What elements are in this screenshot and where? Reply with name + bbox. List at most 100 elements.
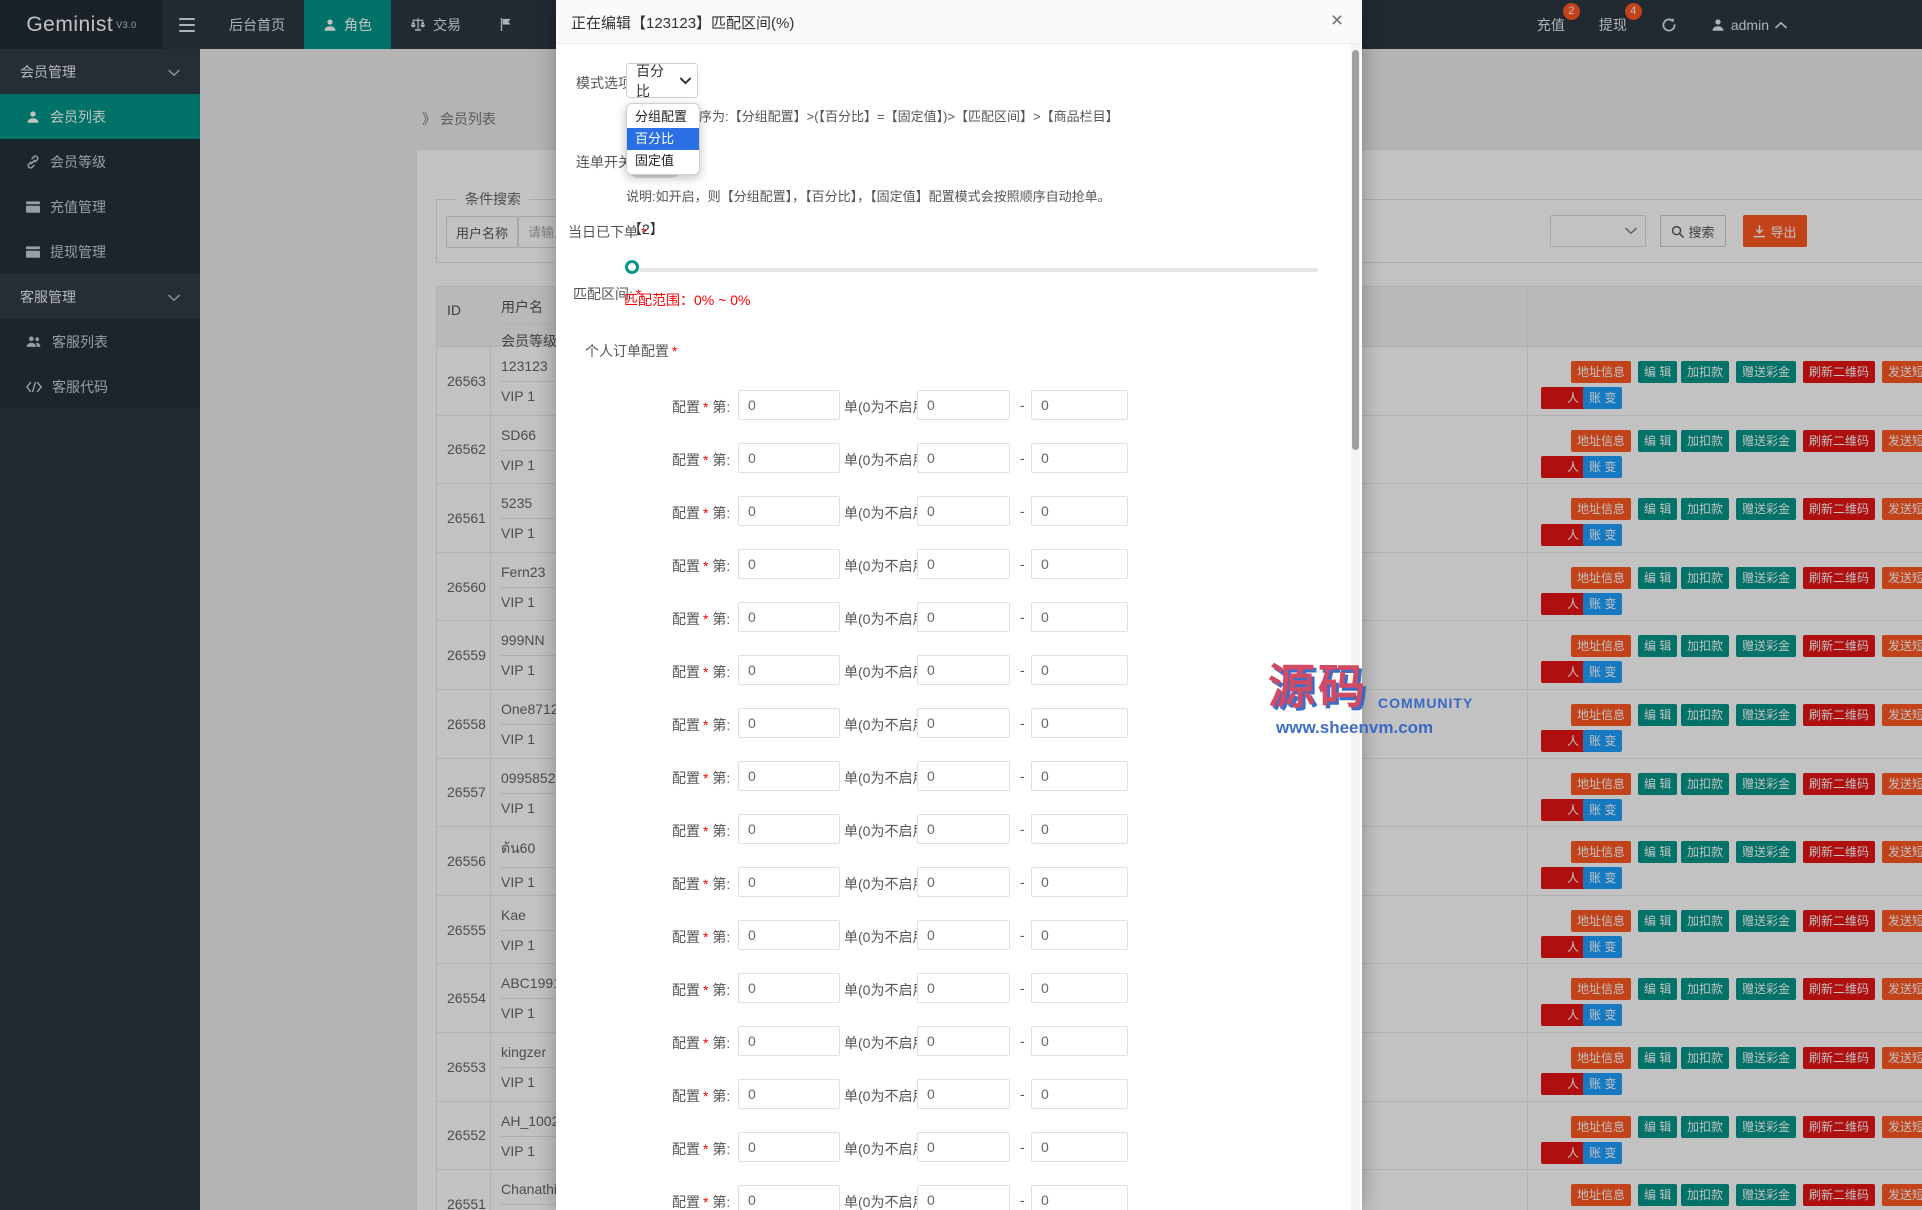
match-range-slider-handle[interactable] xyxy=(625,260,639,274)
config-row-label: 配置 * 第: xyxy=(672,929,731,945)
config-max-input[interactable] xyxy=(1031,1079,1128,1109)
required-mark: * xyxy=(672,343,678,359)
config-min-input[interactable] xyxy=(917,973,1010,1003)
config-seq-input[interactable] xyxy=(738,1185,840,1210)
config-row-label: 配置 * 第: xyxy=(672,1194,731,1210)
config-seq-input[interactable] xyxy=(738,443,840,473)
config-max-input[interactable] xyxy=(1031,708,1128,738)
config-row: 配置* 第:单(0为不启用)- xyxy=(556,1079,1362,1109)
config-max-input[interactable] xyxy=(1031,390,1128,420)
config-row-label: 配置 * 第: xyxy=(672,717,731,733)
config-max-input[interactable] xyxy=(1031,443,1128,473)
config-row: 配置* 第:单(0为不启用)- xyxy=(556,814,1362,844)
config-dash: - xyxy=(1020,874,1025,890)
config-row: 配置* 第:单(0为不启用)- xyxy=(556,708,1362,738)
config-min-input[interactable] xyxy=(917,655,1010,685)
config-dash: - xyxy=(1020,1033,1025,1049)
config-max-input[interactable] xyxy=(1031,1026,1128,1056)
config-seq-input[interactable] xyxy=(738,1026,840,1056)
config-min-input[interactable] xyxy=(917,708,1010,738)
config-seq-input[interactable] xyxy=(738,549,840,579)
config-dash: - xyxy=(1020,397,1025,413)
close-icon[interactable]: × xyxy=(1324,9,1350,35)
config-max-input[interactable] xyxy=(1031,920,1128,950)
config-seq-input[interactable] xyxy=(738,814,840,844)
config-row-label: 配置 * 第: xyxy=(672,1141,731,1157)
config-max-input[interactable] xyxy=(1031,814,1128,844)
config-min-input[interactable] xyxy=(917,443,1010,473)
edit-match-modal: 正在编辑【123123】匹配区间(%) × 模式选项* 百分比 序为:【分组配置… xyxy=(556,0,1362,1210)
priority-hint: 序为:【分组配置】>(【百分比】=【固定值】)>【匹配区间】>【商品栏目】 xyxy=(699,109,1119,124)
config-min-input[interactable] xyxy=(917,920,1010,950)
config-max-input[interactable] xyxy=(1031,549,1128,579)
mode-select[interactable]: 百分比 xyxy=(626,62,698,99)
modal-scrollbar-thumb[interactable] xyxy=(1352,50,1359,450)
config-min-input[interactable] xyxy=(917,867,1010,897)
config-row-label: 配置 * 第: xyxy=(672,505,731,521)
config-min-input[interactable] xyxy=(917,761,1010,791)
config-row: 配置* 第:单(0为不启用)- xyxy=(556,973,1362,1003)
config-max-input[interactable] xyxy=(1031,867,1128,897)
config-dash: - xyxy=(1020,768,1025,784)
config-row: 配置* 第:单(0为不启用)- xyxy=(556,867,1362,897)
match-range-value: 匹配范围：0% ~ 0% xyxy=(624,292,751,308)
config-seq-input[interactable] xyxy=(738,867,840,897)
config-row-label: 配置 * 第: xyxy=(672,770,731,786)
config-row: 配置* 第:单(0为不启用)- xyxy=(556,496,1362,526)
config-seq-input[interactable] xyxy=(738,761,840,791)
config-min-input[interactable] xyxy=(917,814,1010,844)
config-seq-input[interactable] xyxy=(738,708,840,738)
config-min-input[interactable] xyxy=(917,1079,1010,1109)
config-seq-input[interactable] xyxy=(738,920,840,950)
modal-title: 正在编辑【123123】匹配区间(%) xyxy=(571,15,795,32)
mode-select-value: 百分比 xyxy=(636,62,664,99)
config-max-input[interactable] xyxy=(1031,973,1128,1003)
dropdown-option-固定值[interactable]: 固定值 xyxy=(627,150,699,172)
config-min-input[interactable] xyxy=(917,390,1010,420)
config-seq-input[interactable] xyxy=(738,1079,840,1109)
today-orders-value: 【2】 xyxy=(628,221,664,237)
config-seq-input[interactable] xyxy=(738,390,840,420)
config-dash: - xyxy=(1020,556,1025,572)
config-dash: - xyxy=(1020,927,1025,943)
config-row: 配置* 第:单(0为不启用)- xyxy=(556,602,1362,632)
config-min-input[interactable] xyxy=(917,496,1010,526)
config-row: 配置* 第:单(0为不启用)- xyxy=(556,1185,1362,1210)
config-row-label: 配置 * 第: xyxy=(672,611,731,627)
select-caret-icon xyxy=(680,77,691,85)
config-max-input[interactable] xyxy=(1031,1132,1128,1162)
config-min-input[interactable] xyxy=(917,1132,1010,1162)
config-seq-input[interactable] xyxy=(738,1132,840,1162)
page: Geminist V3.0 后台首页 角色 交易 充值 2 提现 4 admin 会员管理会… xyxy=(0,0,1922,1210)
config-max-input[interactable] xyxy=(1031,1185,1128,1210)
config-row-label: 配置 * 第: xyxy=(672,1088,731,1104)
config-row-label: 配置 * 第: xyxy=(672,982,731,998)
dropdown-option-分组配置[interactable]: 分组配置 xyxy=(627,106,699,128)
config-dash: - xyxy=(1020,1086,1025,1102)
config-dash: - xyxy=(1020,1192,1025,1208)
config-row: 配置* 第:单(0为不启用)- xyxy=(556,390,1362,420)
config-dash: - xyxy=(1020,980,1025,996)
dropdown-option-百分比[interactable]: 百分比 xyxy=(627,128,699,150)
config-seq-input[interactable] xyxy=(738,655,840,685)
config-seq-input[interactable] xyxy=(738,496,840,526)
config-min-input[interactable] xyxy=(917,549,1010,579)
config-row: 配置* 第:单(0为不启用)- xyxy=(556,761,1362,791)
config-dash: - xyxy=(1020,662,1025,678)
config-dash: - xyxy=(1020,1139,1025,1155)
config-row-label: 配置 * 第: xyxy=(672,876,731,892)
config-max-input[interactable] xyxy=(1031,655,1128,685)
config-max-input[interactable] xyxy=(1031,496,1128,526)
config-min-input[interactable] xyxy=(917,1185,1010,1210)
config-min-input[interactable] xyxy=(917,602,1010,632)
personal-config-label: 个人订单配置 * xyxy=(585,343,678,359)
config-seq-input[interactable] xyxy=(738,973,840,1003)
config-max-input[interactable] xyxy=(1031,761,1128,791)
config-min-input[interactable] xyxy=(917,1026,1010,1056)
match-range-slider-track[interactable] xyxy=(633,268,1318,272)
config-seq-input[interactable] xyxy=(738,602,840,632)
config-dash: - xyxy=(1020,503,1025,519)
config-row: 配置* 第:单(0为不启用)- xyxy=(556,655,1362,685)
config-max-input[interactable] xyxy=(1031,602,1128,632)
config-dash: - xyxy=(1020,450,1025,466)
